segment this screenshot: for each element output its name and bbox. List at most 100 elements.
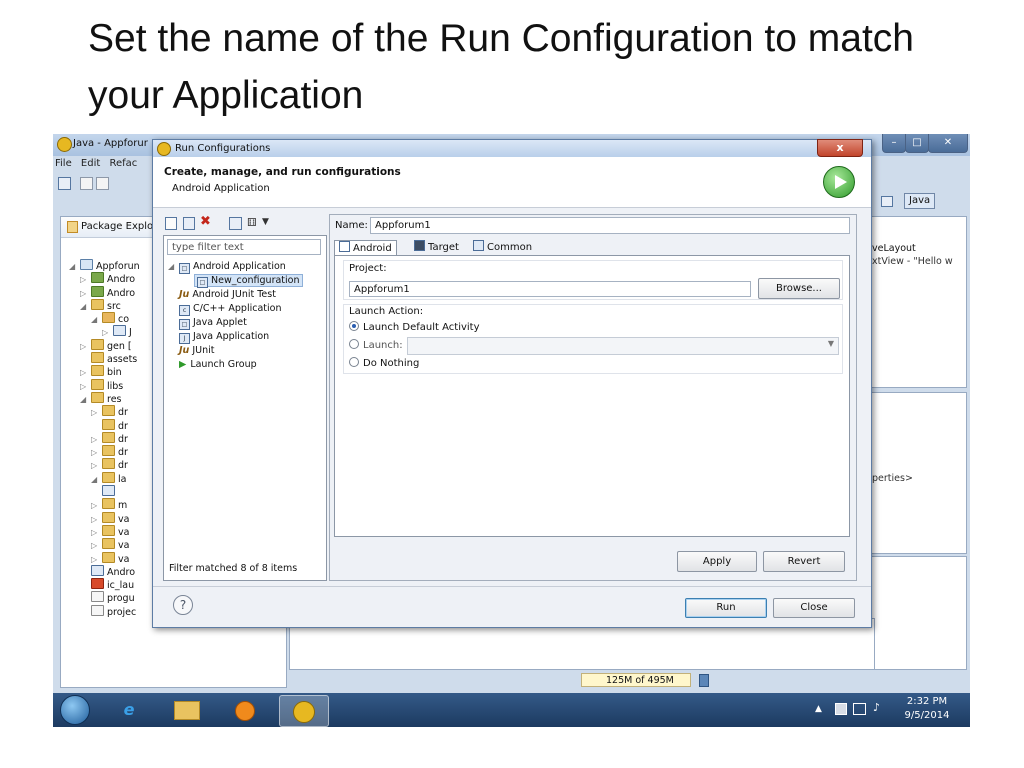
apply-button[interactable]: Apply <box>677 551 757 572</box>
config-tree-item[interactable]: c C/C++ Application <box>168 302 324 316</box>
name-label: Name: <box>335 220 368 231</box>
garbage-collect-icon[interactable] <box>699 674 709 687</box>
duplicate-icon[interactable] <box>183 217 195 230</box>
new-icon[interactable] <box>58 177 71 190</box>
config-tree-item[interactable]: Ju Android JUnit Test <box>168 288 324 302</box>
save-all-icon[interactable] <box>96 177 109 190</box>
run-icon <box>823 166 855 198</box>
maximize-icon[interactable]: □ <box>905 134 929 153</box>
tray-arrow-icon[interactable]: ▲ <box>815 704 822 714</box>
ide-menubar: File Edit Refac <box>55 158 155 172</box>
java-perspective-button[interactable]: Java <box>904 193 936 209</box>
android-tab-content: Project: Appforum1 Browse... Launch Acti… <box>334 255 850 537</box>
dialog-close-button[interactable]: x <box>817 139 863 157</box>
outline-line-1: veLayout <box>872 243 916 254</box>
outline-panel: veLayout xtView - "Hello w <box>869 216 967 388</box>
dialog-titlebar: Run Configurations x <box>153 139 871 157</box>
console-panel <box>869 556 967 670</box>
applet-icon: □ <box>179 318 190 330</box>
filter-status: Filter matched 8 of 8 items <box>169 563 298 574</box>
revert-button[interactable]: Revert <box>763 551 845 572</box>
config-tree-item[interactable]: ▶ Launch Group <box>168 358 324 372</box>
filter-input[interactable]: type filter text <box>167 239 321 255</box>
collapse-all-icon[interactable] <box>229 217 242 230</box>
run-configurations-dialog: Run Configurations x Create, manage, and… <box>152 139 872 628</box>
name-input[interactable]: Appforum1 <box>370 217 850 234</box>
tab-android[interactable]: Android <box>334 240 397 255</box>
dialog-subheading: Android Application <box>172 183 270 194</box>
chevron-down-icon: ▼ <box>827 339 834 348</box>
junit-icon: Ju <box>179 344 190 356</box>
config-tree-item[interactable]: □ Java Applet <box>168 316 324 330</box>
project-group: Project: Appforum1 Browse... <box>343 260 843 300</box>
divider <box>153 586 871 587</box>
eclipse-icon <box>157 142 171 156</box>
network-icon[interactable] <box>853 703 866 715</box>
config-tree-panel: type filter text ◢ □ Android Application □… <box>163 235 327 581</box>
clock-time[interactable]: 2:32 PM <box>905 696 949 707</box>
help-icon[interactable]: ? <box>173 595 193 615</box>
config-tree: ◢ □ Android Application □ New_configuration… <box>168 260 324 371</box>
new-config-icon[interactable] <box>165 217 177 230</box>
run-button[interactable]: Run <box>685 598 767 618</box>
config-icon: □ <box>197 277 208 288</box>
minimize-icon[interactable]: – <box>882 134 906 153</box>
folder-icon[interactable] <box>163 695 211 725</box>
browse-button[interactable]: Browse... <box>758 278 840 299</box>
radio-launch[interactable]: Launch: <box>349 339 403 351</box>
project-input[interactable]: Appforum1 <box>349 281 751 297</box>
properties-panel: perties> <box>869 392 967 554</box>
menu-file[interactable]: File <box>55 158 72 169</box>
perspective-bar: Java <box>869 192 965 210</box>
tab-common[interactable]: Common <box>469 240 536 254</box>
close-icon[interactable]: ✕ <box>928 134 968 153</box>
properties-hint: perties> <box>872 473 913 484</box>
config-tree-item[interactable]: ◢ □ Android Application <box>168 260 324 274</box>
dialog-heading: Create, manage, and run configurations <box>164 166 401 178</box>
screenshot: Java - Appforur – □ ✕ File Edit Refac Pa… <box>53 134 970 727</box>
chevron-down-icon[interactable]: ▼ <box>262 217 269 227</box>
outline-line-2: xtView - "Hello w <box>872 256 953 267</box>
config-toolbar: ✖ ⚅ ▼ <box>163 214 323 232</box>
slide-title: Set the name of the Run Configuration to… <box>88 17 914 117</box>
menu-refactor[interactable]: Refac <box>109 158 137 169</box>
config-tree-item[interactable]: Ju JUnit <box>168 344 324 358</box>
ide-title: Java - Appforur <box>73 138 148 149</box>
android-app-icon: □ <box>179 263 190 274</box>
delete-icon[interactable]: ✖ <box>200 214 211 229</box>
config-editor: Name: Appforum1 Android Target Common Pr… <box>329 214 857 581</box>
dialog-header: Create, manage, and run configurations A… <box>153 157 871 208</box>
config-tree-item-selected[interactable]: □ New_configuration <box>168 274 324 288</box>
action-center-icon[interactable] <box>835 703 847 715</box>
radio-do-nothing[interactable]: Do Nothing <box>349 357 419 369</box>
filter-icon[interactable]: ⚅ <box>247 216 257 229</box>
internet-explorer-icon[interactable]: e <box>105 695 153 725</box>
eclipse-icon <box>57 137 72 152</box>
config-tabs: Android Target Common <box>334 239 852 255</box>
taskbar: e ▲ ♪ 2:32 PM 9/5/2014 <box>53 693 970 727</box>
package-explorer-label: Package Explo <box>81 221 154 232</box>
launch-group-icon: ▶ <box>179 358 187 370</box>
c-icon: c <box>179 304 190 316</box>
start-button-icon[interactable] <box>60 695 90 725</box>
launch-action-label: Launch Action: <box>349 306 424 317</box>
save-icon[interactable] <box>80 177 93 190</box>
memory-indicator: 125M of 495M <box>581 673 691 687</box>
menu-edit[interactable]: Edit <box>81 158 100 169</box>
junit-icon: Ju <box>179 289 190 300</box>
media-player-icon[interactable] <box>221 695 269 725</box>
java-app-icon: J <box>179 332 190 344</box>
radio-launch-default[interactable]: Launch Default Activity <box>349 321 480 333</box>
package-icon <box>67 221 78 233</box>
dialog-title: Run Configurations <box>175 143 271 154</box>
tab-target[interactable]: Target <box>410 240 463 254</box>
eclipse-taskbar-icon[interactable] <box>279 695 329 727</box>
launch-action-group: Launch Action: Launch Default Activity L… <box>343 304 843 374</box>
open-perspective-icon[interactable] <box>881 196 893 207</box>
close-button[interactable]: Close <box>773 598 855 618</box>
config-tree-item[interactable]: J Java Application <box>168 330 324 344</box>
project-label: Project: <box>349 263 387 274</box>
clock-date[interactable]: 9/5/2014 <box>903 710 951 721</box>
activity-select[interactable]: ▼ <box>407 337 839 355</box>
volume-icon[interactable]: ♪ <box>873 701 880 714</box>
